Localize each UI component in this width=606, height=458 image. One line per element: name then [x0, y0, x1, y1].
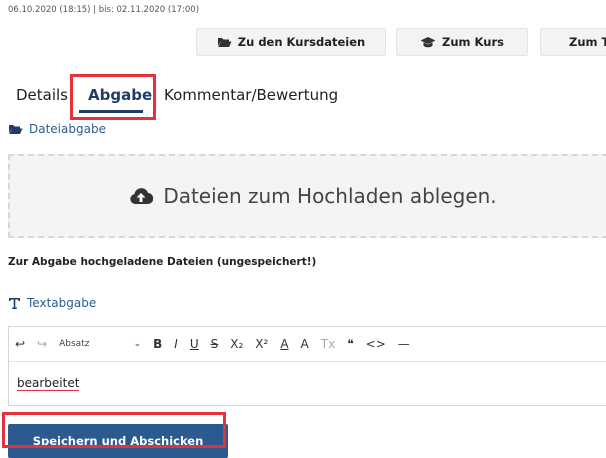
file-dropzone[interactable]: Dateien zum Hochladen ablegen. — [8, 154, 606, 238]
format-select-value: Absatz — [59, 339, 90, 349]
third-action-button[interactable]: Zum T — [540, 28, 606, 56]
folder-open-icon — [9, 125, 23, 134]
format-select[interactable]: Absatz ⌄ — [53, 327, 147, 361]
graduation-cap-icon — [420, 37, 436, 48]
rich-text-editor[interactable]: ↩ ↪ Absatz ⌄ B I U S X₂ X² A A Tx ❝ <> —… — [8, 326, 606, 406]
redo-icon[interactable]: ↪ — [31, 327, 53, 361]
submit-highlight-box — [2, 412, 226, 448]
clear-format-button[interactable]: Tx — [315, 327, 341, 361]
tab-details[interactable]: Details — [16, 86, 68, 104]
blockquote-button[interactable]: ❝ — [341, 327, 359, 361]
editor-toolbar: ↩ ↪ Absatz ⌄ B I U S X₂ X² A A Tx ❝ <> — — [9, 327, 606, 362]
underline-button[interactable]: U — [184, 327, 205, 361]
highlight-color-button[interactable]: A — [295, 327, 315, 361]
dropzone-text: Dateien zum Hochladen ablegen. — [163, 184, 497, 208]
code-button[interactable]: <> — [360, 327, 392, 361]
course-button[interactable]: Zum Kurs — [396, 28, 528, 56]
course-files-label: Zu den Kursdateien — [237, 35, 366, 49]
superscript-button[interactable]: X² — [249, 327, 274, 361]
undo-icon[interactable]: ↩ — [9, 327, 31, 361]
course-label: Zum Kurs — [442, 35, 504, 49]
file-submission-link[interactable]: Dateiabgabe — [8, 122, 106, 136]
tab-highlight-box — [70, 74, 156, 120]
horizontal-rule-button[interactable]: — — [392, 327, 416, 361]
text-submission-label: Textabgabe — [27, 296, 97, 310]
third-action-label: Zum T — [569, 35, 606, 49]
uploaded-files-note: Zur Abgabe hochgeladene Dateien (ungespe… — [8, 256, 317, 268]
text-submission-link[interactable]: Textabgabe — [8, 296, 96, 310]
italic-button[interactable]: I — [168, 327, 184, 361]
subscript-button[interactable]: X₂ — [224, 327, 249, 361]
folder-open-icon — [217, 38, 232, 47]
editor-text: bearbeitet — [17, 376, 80, 391]
file-submission-label: Dateiabgabe — [29, 122, 106, 136]
strikethrough-button[interactable]: S — [205, 327, 225, 361]
tab-kommentar-bewertung[interactable]: Kommentar/Bewertung — [164, 86, 338, 104]
course-files-button[interactable]: Zu den Kursdateien — [196, 28, 386, 56]
editor-content[interactable]: bearbeitet — [9, 362, 606, 391]
text-format-icon — [9, 297, 20, 309]
bold-button[interactable]: B — [147, 327, 168, 361]
date-range: 06.10.2020 (18:15) | bis: 02.11.2020 (17… — [8, 5, 200, 15]
text-color-button[interactable]: A — [274, 327, 294, 361]
chevron-down-icon: ⌄ — [133, 339, 142, 349]
cloud-upload-icon — [130, 188, 154, 205]
